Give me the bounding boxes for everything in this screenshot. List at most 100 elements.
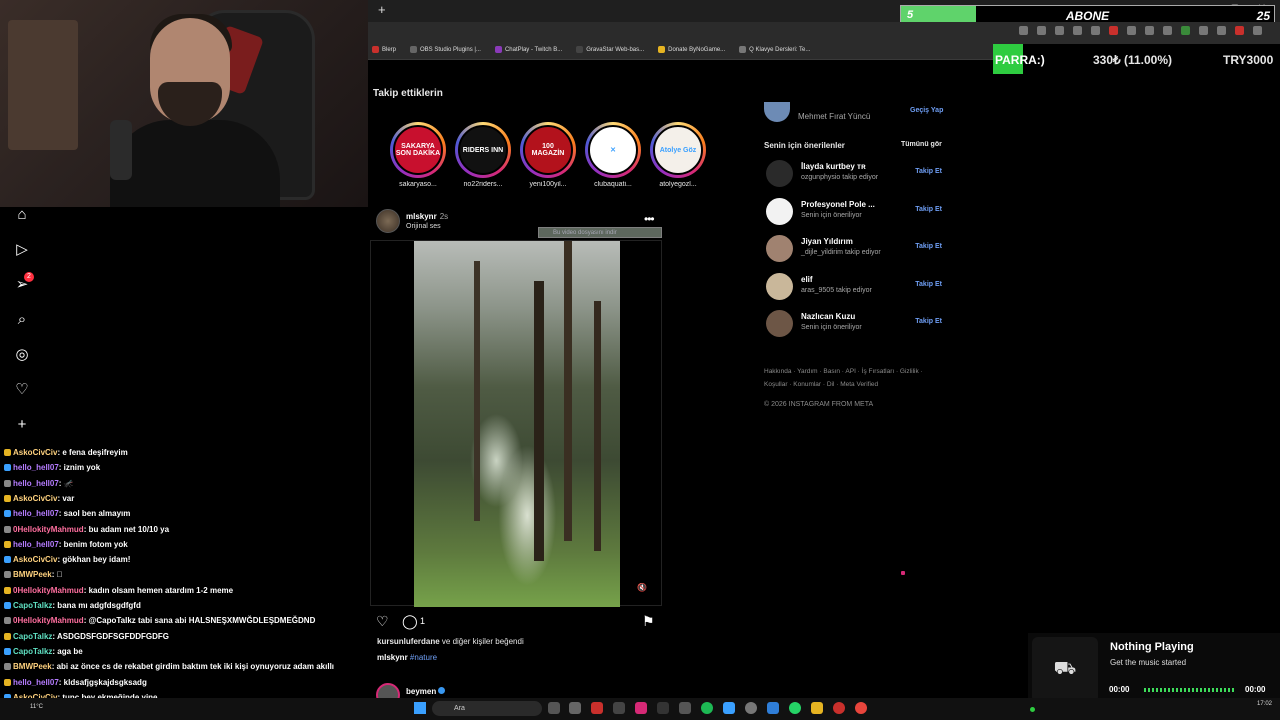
explore-icon[interactable]: ◎ bbox=[13, 346, 31, 364]
chat-username[interactable]: hello_hell07 bbox=[13, 540, 59, 549]
opera-icon[interactable] bbox=[833, 702, 845, 714]
chat-username[interactable]: AskoCivCiv bbox=[13, 555, 57, 564]
post-author[interactable]: mlskynr 2s bbox=[406, 212, 448, 221]
mute-icon[interactable]: 🔇 bbox=[635, 581, 649, 595]
profile-icon[interactable] bbox=[1235, 26, 1244, 35]
taskbar-search[interactable]: Ara bbox=[432, 701, 542, 716]
notifications-heart-icon[interactable]: ♡ bbox=[13, 381, 31, 399]
app-icon[interactable] bbox=[767, 702, 779, 714]
chat-username[interactable]: 0HellokityMahmud bbox=[13, 586, 84, 595]
chat-username[interactable]: AskoCivCiv bbox=[13, 494, 57, 503]
chat-username[interactable]: CapoTalkz bbox=[13, 632, 52, 641]
app-icon[interactable] bbox=[679, 702, 691, 714]
switch-account-link[interactable]: Geçiş Yap bbox=[910, 107, 943, 114]
app-icon[interactable] bbox=[657, 702, 669, 714]
bookmark-item[interactable]: Donate ByNoGame... bbox=[658, 46, 725, 53]
comment-icon[interactable]: ◯ bbox=[402, 613, 418, 630]
bookmark-item[interactable]: Q Klavye Dersleri: Te... bbox=[739, 46, 810, 53]
app-icon[interactable] bbox=[591, 702, 603, 714]
post-username[interactable]: mlskynr bbox=[406, 212, 437, 221]
zoom-icon[interactable] bbox=[1019, 26, 1028, 35]
extension-icon[interactable] bbox=[1145, 26, 1154, 35]
settings-gear-icon[interactable] bbox=[745, 702, 757, 714]
chat-username[interactable]: AskoCivCiv bbox=[13, 448, 57, 457]
story-item[interactable]: Atolye Göz atolyegozl... bbox=[650, 122, 706, 188]
extension-icon[interactable] bbox=[1199, 26, 1208, 35]
create-plus-icon[interactable]: + bbox=[13, 416, 31, 434]
extension-icon[interactable] bbox=[1127, 26, 1136, 35]
suggestion-name[interactable]: Profesyonel Pole ... bbox=[801, 200, 875, 209]
post-author-avatar[interactable] bbox=[376, 209, 400, 233]
chat-username[interactable]: BMWPeek bbox=[13, 570, 52, 579]
chat-username[interactable]: hello_hell07 bbox=[13, 463, 59, 472]
app-icon[interactable] bbox=[569, 702, 581, 714]
search-icon[interactable]: ⌕ bbox=[13, 311, 31, 329]
reels-icon[interactable]: ▷ bbox=[13, 241, 31, 259]
task-view-icon[interactable] bbox=[548, 702, 560, 714]
whatsapp-icon[interactable] bbox=[789, 702, 801, 714]
see-all-link[interactable]: Tümünü gör bbox=[901, 141, 942, 148]
footer-links[interactable]: Hakkında · Yardım · Basın · API · İş Fır… bbox=[764, 365, 944, 391]
bookmark-item[interactable]: GravaStar Web-bas... bbox=[576, 46, 644, 53]
pdf-icon[interactable] bbox=[1109, 26, 1118, 35]
chat-username[interactable]: BMWPeek bbox=[13, 662, 52, 671]
menu-icon[interactable] bbox=[1253, 26, 1262, 35]
folder-icon[interactable] bbox=[811, 702, 823, 714]
chat-username[interactable]: 0HellokityMahmud bbox=[13, 525, 84, 534]
suggestion-avatar[interactable] bbox=[766, 197, 793, 225]
save-bookmark-icon[interactable]: ⚑ bbox=[642, 613, 655, 630]
suggestion-name[interactable]: elif bbox=[801, 275, 813, 284]
follow-button[interactable]: Takip Et bbox=[915, 318, 942, 325]
extension-icon[interactable] bbox=[1217, 26, 1226, 35]
download-video-chip[interactable]: Bu video dosyasını indir bbox=[538, 227, 662, 238]
app-icon[interactable] bbox=[613, 702, 625, 714]
suggestion-name[interactable]: Nazlıcan Kuzu bbox=[801, 312, 855, 321]
start-icon[interactable] bbox=[414, 702, 426, 714]
follow-button[interactable]: Takip Et bbox=[915, 281, 942, 288]
post-audio[interactable]: Orijinal ses bbox=[406, 223, 441, 230]
post-video[interactable]: 🔇 bbox=[370, 240, 662, 607]
suggestion-avatar[interactable] bbox=[766, 272, 793, 300]
bookmark-item[interactable]: ChatPlay - Twitch B... bbox=[494, 46, 562, 53]
chat-username[interactable]: CapoTalkz bbox=[13, 601, 52, 610]
follow-button[interactable]: Takip Et bbox=[915, 243, 942, 250]
chat-username[interactable]: hello_hell07 bbox=[13, 509, 59, 518]
caption-user[interactable]: mlskynr bbox=[377, 653, 408, 662]
story-item[interactable]: SAKARYA SON DAKİKA sakaryaso... bbox=[390, 122, 446, 188]
next-post-user[interactable]: beymen bbox=[406, 687, 446, 696]
weather-temp[interactable]: 11°C bbox=[30, 704, 43, 710]
spotify-icon[interactable] bbox=[701, 702, 713, 714]
caption-hashtag[interactable]: #nature bbox=[410, 653, 437, 662]
follow-button[interactable]: Takip Et bbox=[915, 206, 942, 213]
chat-username[interactable]: CapoTalkz bbox=[13, 647, 52, 656]
chrome-icon[interactable] bbox=[855, 702, 867, 714]
home-icon[interactable]: ⌂ bbox=[13, 206, 31, 224]
new-tab-button[interactable]: + bbox=[378, 2, 386, 17]
suggestion-avatar[interactable] bbox=[766, 160, 793, 187]
chat-username[interactable]: 0HellokityMahmud bbox=[13, 616, 84, 625]
taskbar-clock[interactable]: 17:02 bbox=[1257, 700, 1272, 708]
bookmark-item[interactable]: OBS Studio Plugins |... bbox=[410, 46, 481, 53]
suggestion-avatar[interactable] bbox=[766, 310, 793, 337]
chat-username[interactable]: hello_hell07 bbox=[13, 678, 59, 687]
chat-username[interactable]: hello_hell07 bbox=[13, 479, 59, 488]
star-icon[interactable] bbox=[1055, 26, 1064, 35]
share-icon[interactable] bbox=[1037, 26, 1046, 35]
next-post-username[interactable]: beymen bbox=[406, 687, 436, 696]
extension-icon[interactable] bbox=[1181, 26, 1190, 35]
app-icon[interactable] bbox=[723, 702, 735, 714]
liked-by-user[interactable]: kursunluferdane bbox=[377, 637, 440, 646]
suggestion-name[interactable]: Jiyan Yıldırım bbox=[801, 237, 853, 246]
like-heart-icon[interactable]: ♡ bbox=[376, 613, 389, 630]
suggestion-name[interactable]: İlayda kurtbey ᴛʀ bbox=[801, 162, 866, 171]
bookmark-item[interactable]: Blerp bbox=[372, 46, 396, 53]
suggestion-avatar[interactable] bbox=[766, 235, 793, 262]
more-options-icon[interactable]: ••• bbox=[644, 212, 655, 226]
story-item[interactable]: ✕ clubaquati... bbox=[585, 122, 641, 188]
follow-button[interactable]: Takip Et bbox=[915, 168, 942, 175]
story-item[interactable]: 100 MAGAZİN yeni100yil... bbox=[520, 122, 576, 188]
extension-icon[interactable] bbox=[1163, 26, 1172, 35]
story-item[interactable]: RIDERS INN no22riders... bbox=[455, 122, 511, 188]
extension-icon[interactable] bbox=[1091, 26, 1100, 35]
extension-icon[interactable] bbox=[1073, 26, 1082, 35]
